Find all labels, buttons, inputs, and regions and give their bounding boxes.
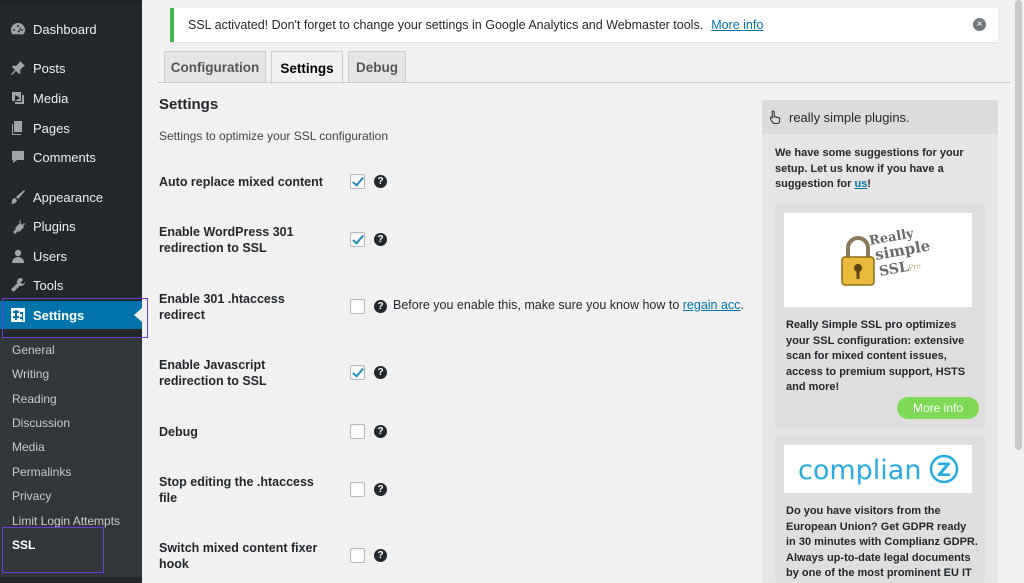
menu-label: Pages: [33, 120, 70, 136]
submenu-privacy[interactable]: Privacy: [12, 489, 51, 503]
comment-icon: [9, 148, 27, 166]
regain-access-link[interactable]: regain acc: [683, 298, 741, 312]
ssl-pro-card: Really simple SSL Pro Really Simple SSL …: [775, 204, 985, 428]
complianz-logo-icon: complian Z: [798, 454, 959, 486]
submenu-writing[interactable]: Writing: [12, 367, 49, 381]
complianz-z: Z: [937, 459, 951, 481]
notice-text: SSL activated! Don't forget to change yo…: [188, 18, 704, 32]
menu-label: Dashboard: [33, 21, 97, 37]
help-icon[interactable]: ?: [374, 483, 387, 496]
tabs-divider: [158, 82, 1010, 83]
setting-label-auto-replace: Auto replace mixed content: [159, 175, 323, 189]
settings-title: Settings: [159, 96, 219, 113]
pin-icon: [9, 59, 27, 77]
complianz-card: complian Z Do you have visitors from the…: [775, 436, 985, 583]
setting-label-wp-301: Enable WordPress 301 redirection to SSL: [159, 225, 294, 255]
menu-pages[interactable]: Pages: [0, 114, 142, 142]
submenu-reading[interactable]: Reading: [12, 392, 57, 406]
menu-appearance[interactable]: Appearance: [0, 183, 142, 211]
help-icon[interactable]: ?: [374, 233, 387, 246]
padlock-icon: Really simple SSL Pro: [841, 226, 932, 286]
settings-description: Settings to optimize your SSL configurat…: [159, 129, 389, 143]
more-info-button[interactable]: More info: [897, 397, 979, 419]
menu-comments[interactable]: Comments: [0, 143, 142, 171]
suggestion-link[interactable]: us: [854, 178, 867, 190]
setting-label-htaccess-301: Enable 301 .htaccess redirect: [159, 292, 285, 322]
admin-sidebar: Dashboard Posts Media Pages Comments App…: [0, 0, 142, 583]
user-icon: [9, 247, 27, 265]
ssl-highlight-box: [2, 527, 104, 573]
dashboard-icon: [9, 20, 27, 38]
media-icon: [9, 89, 27, 107]
submenu-discussion[interactable]: Discussion: [12, 416, 70, 430]
help-icon[interactable]: ?: [374, 300, 387, 313]
checkbox-debug[interactable]: [350, 424, 365, 439]
page-scrollbar[interactable]: [1013, 0, 1024, 583]
pages-icon: [9, 119, 27, 137]
menu-label: Media: [33, 90, 69, 106]
tab-configuration[interactable]: Configuration: [164, 51, 266, 83]
hand-logo-icon: [769, 110, 781, 124]
help-icon[interactable]: ?: [374, 175, 387, 188]
suggestions-panel: really simple plugins. We have some sugg…: [762, 100, 998, 583]
checkbox-stop-htaccess[interactable]: [350, 482, 365, 497]
menu-label: Posts: [33, 60, 66, 76]
checkbox-htaccess-301[interactable]: [350, 299, 365, 314]
logo-pro: Pro: [908, 262, 921, 272]
plug-icon: [9, 217, 27, 235]
complianz-wordmark: complian: [798, 455, 921, 486]
ssl-pro-logo: Really simple SSL Pro: [784, 213, 972, 307]
submenu-media[interactable]: Media: [12, 440, 45, 454]
help-icon[interactable]: ?: [374, 425, 387, 438]
menu-label: Comments: [33, 149, 96, 165]
setting-label-js-redirect: Enable Javascript redirection to SSL: [159, 358, 267, 388]
htaccess-warning-note: Before you enable this, make sure you kn…: [393, 298, 743, 312]
wrench-icon: [9, 276, 27, 294]
notice-more-info-link[interactable]: More info: [711, 18, 763, 32]
checkbox-auto-replace[interactable]: [350, 174, 365, 189]
menu-users[interactable]: Users: [0, 242, 142, 270]
setting-label-debug: Debug: [159, 425, 198, 439]
ssl-pro-description: Really Simple SSL pro optimizes your SSL…: [786, 319, 966, 393]
tab-settings[interactable]: Settings: [271, 51, 343, 84]
menu-label: Appearance: [33, 189, 104, 205]
menu-label: Users: [33, 248, 67, 264]
tab-debug[interactable]: Debug: [348, 51, 406, 83]
panel-intro: We have some suggestions for your setup.…: [775, 146, 985, 193]
submenu-permalinks[interactable]: Permalinks: [12, 465, 71, 479]
ssl-activated-notice: SSL activated! Don't forget to change yo…: [170, 8, 998, 42]
menu-media[interactable]: Media: [0, 84, 142, 112]
note-text: Before you enable this, make sure you kn…: [393, 298, 683, 312]
menu-plugins[interactable]: Plugins: [0, 212, 142, 240]
menu-posts[interactable]: Posts: [0, 54, 142, 82]
submenu-limit-login-attempts[interactable]: Limit Login Attempts: [12, 514, 120, 528]
submenu-general[interactable]: General: [12, 343, 55, 357]
menu-dashboard[interactable]: Dashboard: [0, 15, 142, 43]
scrollbar-thumb[interactable]: [1015, 0, 1022, 450]
complianz-logo: complian Z: [784, 445, 972, 493]
menu-label: Tools: [33, 277, 64, 293]
checkbox-fixer-hook[interactable]: [350, 548, 365, 563]
settings-highlight-box: [2, 298, 148, 338]
menu-label: Plugins: [33, 218, 76, 234]
help-icon[interactable]: ?: [374, 366, 387, 379]
close-icon[interactable]: ×: [973, 18, 986, 31]
menu-tools[interactable]: Tools: [0, 271, 142, 299]
setting-label-stop-htaccess: Stop editing the .htaccess file: [159, 475, 314, 505]
brush-icon: [9, 188, 27, 206]
complianz-description: Do you have visitors from the European U…: [786, 505, 978, 579]
intro-end: !: [867, 178, 871, 190]
checkbox-js-redirect[interactable]: [350, 365, 365, 380]
checkbox-wp-301[interactable]: [350, 232, 365, 247]
panel-header: really simple plugins.: [762, 100, 998, 134]
help-icon[interactable]: ?: [374, 549, 387, 562]
panel-header-text: really simple plugins.: [789, 109, 910, 125]
setting-label-fixer-hook: Switch mixed content fixer hook: [159, 541, 318, 571]
sidebar-top-strip: [0, 0, 142, 4]
